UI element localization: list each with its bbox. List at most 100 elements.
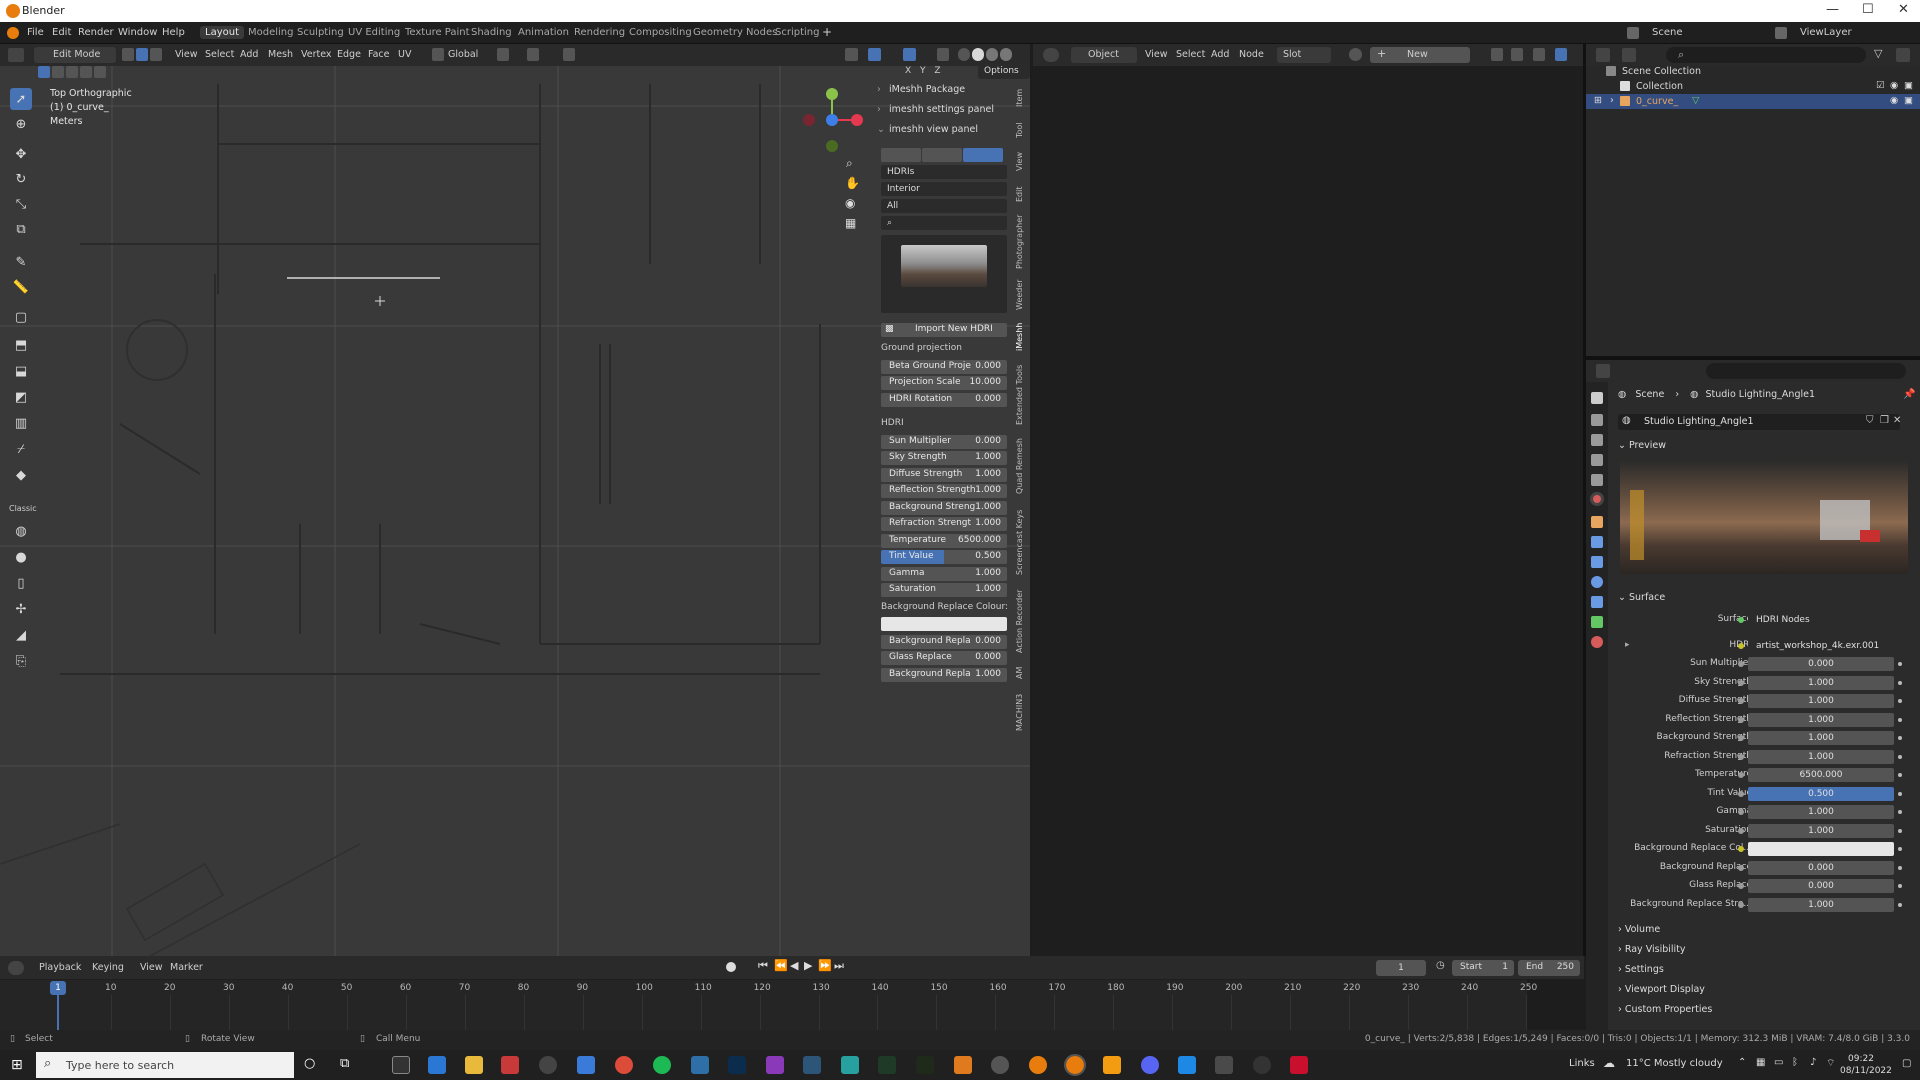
outliner-row-collection[interactable]: Collection ☑ ◉ ▣: [1586, 79, 1920, 94]
prop-field[interactable]: 1.000: [1748, 898, 1894, 912]
orientation-select[interactable]: Global: [448, 49, 478, 60]
chrome-icon[interactable]: [615, 1056, 633, 1074]
bg-replace-colour-swatch[interactable]: [881, 617, 1007, 631]
expand-icon[interactable]: ›: [1610, 95, 1614, 106]
hdri-thumbnail[interactable]: [901, 245, 987, 287]
world-browse-icon[interactable]: ◍: [1622, 415, 1631, 426]
axis-x-toggle[interactable]: X: [905, 66, 911, 76]
play-reverse-icon[interactable]: ◀: [790, 959, 798, 972]
taskbar-search[interactable]: ⌕ Type here to search: [36, 1052, 294, 1078]
hdri-image-field[interactable]: artist_workshop_4k.exr.001: [1748, 639, 1894, 653]
search-input[interactable]: ⌕: [881, 216, 1007, 230]
vtab-extended-tools[interactable]: Extended Tools: [1015, 362, 1029, 428]
prop-field[interactable]: 0.000: [1748, 879, 1894, 893]
prop-field[interactable]: 1.000: [1748, 731, 1894, 745]
pan-hand-icon[interactable]: ✋: [845, 176, 860, 190]
timeline-menu-playback[interactable]: Playback: [39, 962, 81, 973]
file-explorer-icon[interactable]: [465, 1056, 483, 1074]
clock-icon[interactable]: ◷: [1436, 960, 1445, 971]
tray-bluetooth-icon[interactable]: ᛒ: [1792, 1057, 1798, 1068]
keyframe-dot[interactable]: [1898, 847, 1902, 851]
world-name[interactable]: Studio Lighting_Angle1: [1644, 416, 1754, 427]
object-tab-icon[interactable]: [1591, 516, 1603, 528]
inset-tool-icon[interactable]: ⬓: [10, 360, 32, 382]
camera-icon[interactable]: ◉: [845, 196, 855, 210]
app-icon-cube[interactable]: [803, 1056, 821, 1074]
menu-file[interactable]: File: [27, 27, 44, 38]
bg-replace-colour-field[interactable]: [1748, 842, 1894, 856]
hdri-row[interactable]: Temperature 6500.000: [881, 534, 1007, 548]
edit-mode-icon[interactable]: ⊞: [1594, 95, 1602, 106]
vtab-tool[interactable]: Tool: [1015, 118, 1029, 142]
timeline-menu-marker[interactable]: Marker: [170, 962, 203, 973]
category-select[interactable]: HDRIs: [881, 165, 1007, 179]
viewlayer-name[interactable]: ViewLayer: [1800, 27, 1852, 38]
breadcrumb-scene[interactable]: Scene: [1635, 389, 1664, 400]
ray-visibility-section-header[interactable]: › Ray Visibility: [1618, 944, 1686, 955]
ground-row[interactable]: Beta Ground Proje 0.000: [881, 360, 1007, 374]
rendered-shading-icon[interactable]: [1000, 48, 1012, 61]
tab-rendering[interactable]: Rendering: [569, 26, 630, 39]
shader-menu-node[interactable]: Node: [1239, 49, 1264, 60]
gizmo-toggle-icon[interactable]: [868, 48, 881, 61]
app-icon-blue[interactable]: [691, 1056, 709, 1074]
app-icon-circle[interactable]: [539, 1056, 557, 1074]
app-icon-c[interactable]: [1178, 1056, 1196, 1074]
outliner-row-scene-collection[interactable]: Scene Collection: [1586, 64, 1920, 79]
duplicate-icon[interactable]: ❐: [1880, 415, 1889, 426]
prop-field[interactable]: 1.000: [1748, 750, 1894, 764]
ground-row[interactable]: HDRI Rotation 0.000: [881, 393, 1007, 407]
smooth-tool-icon[interactable]: ●: [10, 546, 32, 568]
menu-face[interactable]: Face: [368, 49, 389, 60]
tool-tab-icon[interactable]: [1591, 392, 1603, 404]
keyframe-dot[interactable]: [1898, 736, 1902, 740]
hdri-row[interactable]: Gamma 1.000: [881, 567, 1007, 581]
current-frame-field[interactable]: 1: [1376, 960, 1426, 976]
edge-slide-tool-icon[interactable]: ▯: [10, 572, 32, 594]
menu-window[interactable]: Window: [118, 27, 157, 38]
data-tab-icon[interactable]: [1591, 616, 1603, 628]
vtab-action-recorder[interactable]: Action Recorder: [1015, 588, 1029, 654]
jump-start-icon[interactable]: ⏮: [758, 959, 768, 973]
editor-type-icon[interactable]: [1596, 48, 1610, 62]
clock-date[interactable]: 08/11/2022: [1840, 1066, 1892, 1076]
tray-battery-icon[interactable]: ▭: [1774, 1057, 1783, 1068]
material-tab-icon[interactable]: [1591, 636, 1603, 648]
new-collection-icon[interactable]: [1896, 48, 1910, 62]
clock-time[interactable]: 09:22: [1848, 1054, 1874, 1064]
constraints-tab-icon[interactable]: [1591, 596, 1603, 608]
vtab-screencast-keys[interactable]: Screencast Keys: [1015, 506, 1029, 578]
timeline-menu-view[interactable]: View: [140, 962, 163, 973]
materials-tab-icon[interactable]: [922, 148, 962, 162]
knife-tool-icon[interactable]: ⌿: [10, 438, 32, 460]
keyframe-dot[interactable]: [1898, 699, 1902, 703]
modifier-tab-icon[interactable]: [1591, 536, 1603, 548]
menu-view[interactable]: View: [175, 49, 198, 60]
properties-search-input[interactable]: [1706, 363, 1906, 379]
add-cube-tool-icon[interactable]: ▢: [10, 306, 32, 328]
move-tool-icon[interactable]: ✥: [10, 143, 32, 165]
keyframe-dot[interactable]: [1898, 662, 1902, 666]
eye-icon[interactable]: ◉: [1890, 80, 1898, 91]
select-tool-icon[interactable]: ➚: [10, 88, 32, 110]
menu-select[interactable]: Select: [205, 49, 234, 60]
vtab-view[interactable]: View: [1015, 150, 1029, 174]
spotify-icon[interactable]: [653, 1056, 671, 1074]
calendar-app-icon[interactable]: [428, 1056, 446, 1074]
material-shading-icon[interactable]: [986, 48, 998, 61]
blender-active-taskbar-icon[interactable]: [1064, 1054, 1086, 1076]
vtab-edit[interactable]: Edit: [1015, 182, 1029, 206]
eye-icon[interactable]: ◉: [1890, 95, 1898, 106]
keyframe-dot[interactable]: [1898, 773, 1902, 777]
affinity-icon[interactable]: [766, 1056, 784, 1074]
tab-compositing[interactable]: Compositing: [624, 26, 697, 39]
hdri-row[interactable]: Sun Multiplier 0.000: [881, 435, 1007, 449]
weather-text[interactable]: 11°C Mostly cloudy: [1626, 1058, 1723, 1069]
vtab-photographer[interactable]: Photographer: [1015, 212, 1029, 272]
vertex-select-icon[interactable]: [122, 48, 134, 61]
transform-tool-icon[interactable]: ⧉: [10, 218, 32, 240]
tray-network-icon[interactable]: ▦: [1756, 1057, 1765, 1068]
add-workspace-icon[interactable]: +: [822, 25, 832, 39]
edge-select-icon[interactable]: [136, 48, 148, 61]
navigation-gizmo[interactable]: [797, 86, 867, 156]
